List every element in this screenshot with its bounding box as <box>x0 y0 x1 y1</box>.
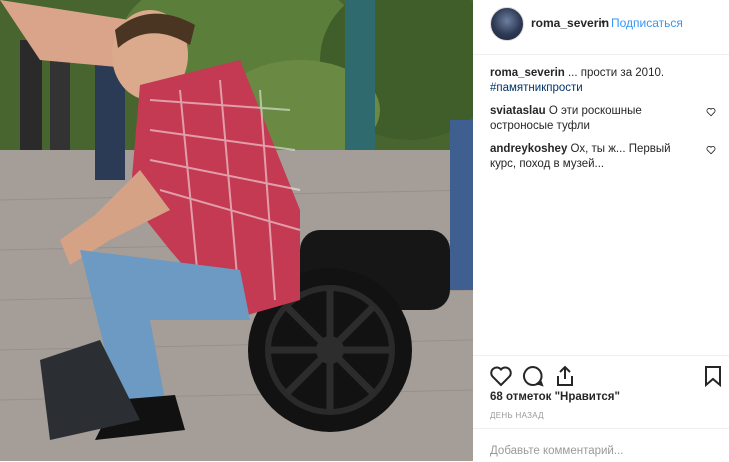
caption-text: ... прости за 2010. <box>564 67 665 79</box>
post-timestamp: ДЕНЬ НАЗАД <box>490 411 544 420</box>
comment-like-heart-icon[interactable] <box>706 145 716 155</box>
post-photo[interactable] <box>0 0 473 461</box>
comment-item: andreykoshey Ох, ты ж... Первый курс, по… <box>490 142 718 172</box>
likes-count[interactable]: 68 отметок "Нравится" <box>490 391 620 403</box>
header-separator: • <box>601 15 606 29</box>
avatar[interactable] <box>490 7 524 41</box>
caption: roma_severin ... прости за 2010. #памятн… <box>490 66 718 96</box>
comment-username[interactable]: andreykoshey <box>490 143 567 155</box>
photo-illustration <box>0 0 473 461</box>
share-icon[interactable] <box>553 364 577 388</box>
post-sidebar: roma_severin • Подписаться roma_severin … <box>473 0 729 461</box>
caption-hashtag[interactable]: #памятникпрости <box>490 82 583 94</box>
follow-button[interactable]: Подписаться <box>611 16 683 30</box>
add-comment-bar: Добавьте комментарий... <box>473 428 729 462</box>
action-bar <box>473 355 729 396</box>
caption-username[interactable]: roma_severin <box>490 67 565 79</box>
add-comment-input[interactable]: Добавьте комментарий... <box>490 445 623 457</box>
comment-item: sviataslau О эти роскошные остроносые ту… <box>490 104 718 134</box>
post-header: roma_severin • Подписаться <box>473 0 729 55</box>
author-username[interactable]: roma_severin <box>531 16 609 30</box>
heart-icon[interactable] <box>489 364 513 388</box>
comment-like-heart-icon[interactable] <box>706 107 716 117</box>
bookmark-icon[interactable] <box>701 364 725 388</box>
comments-list: roma_severin ... прости за 2010. #памятн… <box>490 66 718 180</box>
comment-username[interactable]: sviataslau <box>490 105 546 117</box>
comment-icon[interactable] <box>521 364 545 388</box>
